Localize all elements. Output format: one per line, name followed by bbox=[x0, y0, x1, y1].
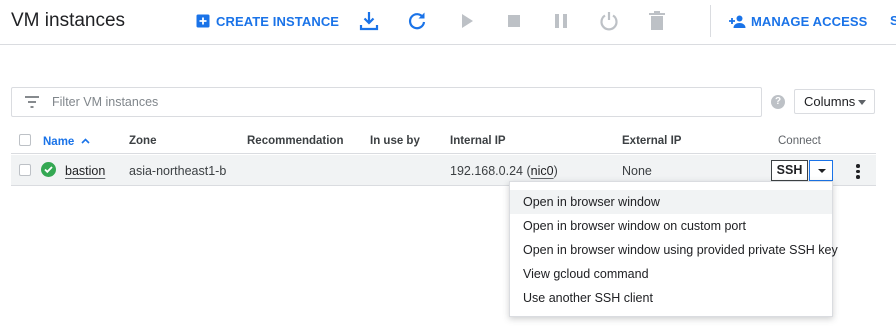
refresh-icon[interactable] bbox=[406, 10, 428, 32]
sort-ascending-icon bbox=[80, 135, 90, 147]
toolbar-divider bbox=[710, 5, 711, 37]
internal-ip-value: 192.168.0.24 bbox=[450, 164, 523, 178]
menu-item-other-ssh-client[interactable]: Use another SSH client bbox=[510, 286, 832, 310]
ssh-options-menu: Open in browser window Open in browser w… bbox=[509, 181, 838, 317]
manage-access-label: MANAGE ACCESS bbox=[751, 13, 868, 29]
columns-button[interactable]: Columns bbox=[794, 89, 875, 114]
ssh-button[interactable]: SSH bbox=[771, 160, 808, 181]
create-instance-button[interactable]: CREATE INSTANCE bbox=[196, 8, 339, 34]
menu-item-open-browser-custom-port[interactable]: Open in browser window on custom port bbox=[510, 214, 832, 238]
top-toolbar: VM instances CREATE INSTANCE MANAGE ACCE… bbox=[0, 0, 896, 45]
instance-name-label: bastion bbox=[65, 164, 106, 178]
row-checkbox[interactable] bbox=[19, 164, 31, 176]
pause-icon[interactable] bbox=[550, 10, 572, 32]
ssh-dropdown-toggle[interactable] bbox=[809, 160, 833, 181]
column-header-recommendation[interactable]: Recommendation bbox=[247, 135, 344, 147]
truncated-toolbar-item[interactable]: S bbox=[890, 13, 896, 28]
instance-zone: asia-northeast1-b bbox=[129, 164, 227, 178]
column-header-name-label: Name bbox=[43, 136, 75, 148]
menu-item-open-browser[interactable]: Open in browser window bbox=[510, 190, 832, 214]
more-vert-icon[interactable] bbox=[850, 162, 866, 180]
table-header: Name Zone Recommendation In use by Inter… bbox=[11, 128, 876, 154]
select-all-checkbox[interactable] bbox=[19, 134, 31, 146]
column-header-connect: Connect bbox=[778, 135, 821, 147]
instance-external-ip: None bbox=[622, 164, 652, 178]
chevron-down-icon bbox=[818, 169, 826, 173]
delete-icon[interactable] bbox=[646, 10, 668, 32]
import-icon[interactable] bbox=[358, 10, 380, 32]
manage-access-button[interactable]: MANAGE ACCESS bbox=[729, 8, 867, 34]
status-ok-icon bbox=[41, 162, 56, 177]
column-header-zone[interactable]: Zone bbox=[129, 135, 156, 147]
menu-item-open-browser-private-key[interactable]: Open in browser window using provided pr… bbox=[510, 238, 838, 262]
page-title: VM instances bbox=[11, 10, 126, 31]
filter-bar[interactable] bbox=[11, 87, 762, 117]
column-header-external-ip[interactable]: External IP bbox=[622, 135, 681, 147]
instance-internal-ip: 192.168.0.24 (nic0) bbox=[450, 164, 558, 178]
columns-label: Columns bbox=[804, 94, 856, 109]
filter-icon bbox=[24, 95, 40, 114]
menu-item-view-gcloud[interactable]: View gcloud command bbox=[510, 262, 832, 286]
help-icon[interactable]: ? bbox=[771, 95, 785, 109]
column-header-name[interactable]: Name bbox=[43, 135, 90, 148]
chevron-down-icon bbox=[858, 100, 866, 105]
reset-icon[interactable] bbox=[598, 10, 620, 32]
instance-name-link[interactable]: bastion bbox=[65, 164, 105, 178]
filter-input[interactable] bbox=[52, 89, 752, 115]
stop-icon[interactable] bbox=[503, 10, 525, 32]
create-instance-label: CREATE INSTANCE bbox=[216, 13, 340, 29]
nic-link[interactable]: nic0 bbox=[531, 164, 554, 178]
column-header-in-use-by[interactable]: In use by bbox=[370, 135, 420, 147]
start-icon[interactable] bbox=[456, 10, 478, 32]
add-box-icon bbox=[196, 14, 210, 28]
add-person-icon bbox=[729, 15, 746, 28]
column-header-internal-ip[interactable]: Internal IP bbox=[450, 135, 506, 147]
